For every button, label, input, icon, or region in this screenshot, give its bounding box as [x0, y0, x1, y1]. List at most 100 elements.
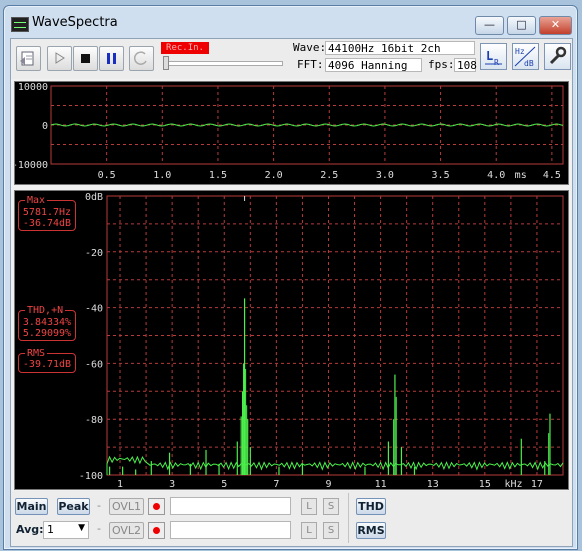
close-button[interactable]: ✕	[539, 16, 572, 35]
lr-channel-icon: LR	[485, 49, 502, 67]
avg-select[interactable]: 1 ▼	[43, 521, 89, 539]
wave-y-tick-label: 10000	[18, 82, 48, 93]
ovl1-load-button[interactable]: L	[301, 498, 317, 515]
play-icon	[55, 52, 65, 64]
ovl1-record-button[interactable]	[148, 498, 165, 515]
waveform-panel: 0.5 1.0 1.5 2.0 2.5 3.0 3.5 4.0 4.5 10000 0 -10000 m…	[12, 81, 569, 185]
position-slider[interactable]	[163, 61, 283, 66]
noise-floor-trace	[106, 455, 564, 475]
ovl1-button[interactable]: OVL1	[109, 498, 144, 515]
wave-x-tick-label: 2.5	[320, 170, 338, 181]
separator-dash-2: -	[97, 522, 101, 535]
spectrum-y-tick-label: -20	[85, 248, 103, 259]
app-icon	[11, 17, 29, 32]
thd-readout-title: THD,+N	[25, 305, 66, 316]
spectrum-x-tick-label: 17	[531, 479, 543, 489]
minimize-button[interactable]: —	[475, 16, 504, 35]
open-file-icon	[20, 51, 34, 66]
main-button[interactable]: Main	[15, 498, 48, 515]
wave-y-tick-label: -10000	[15, 160, 48, 171]
stop-icon	[81, 54, 90, 63]
spectrum-x-tick-label: 11	[375, 479, 387, 489]
divider	[348, 493, 349, 543]
spectrum-x-tick-label: 15	[479, 479, 491, 489]
rec-in-indicator: Rec.In.	[161, 42, 209, 54]
ovl1-save-button[interactable]: S	[323, 498, 339, 515]
spectrum-y-tick-label: 0dB	[85, 192, 103, 203]
thd-button[interactable]: THD	[356, 498, 386, 515]
rms-readout: RMS -39.71dB	[18, 348, 76, 373]
ovl2-save-button[interactable]: S	[323, 522, 339, 539]
ovl1-load-label: L	[306, 501, 312, 512]
open-file-button[interactable]	[16, 46, 41, 71]
wave-x-tick-label: 1.5	[209, 170, 227, 181]
spectrum-x-tick-label: 5	[221, 479, 227, 489]
play-button[interactable]	[47, 46, 72, 71]
peak-button-label: Peak	[58, 500, 89, 513]
pause-button[interactable]	[99, 46, 124, 71]
wave-x-tick-label: 2.0	[265, 170, 283, 181]
wave-x-tick-label: 3.0	[376, 170, 394, 181]
thdn-value: 5.29099%	[22, 328, 72, 339]
title-bar[interactable]: WaveSpectra — □ ✕	[4, 6, 577, 38]
hz-db-icon: Hz dB	[514, 46, 536, 68]
app-window: WaveSpectra — □ ✕ Rec.In. Wave: 44100Hz …	[3, 5, 578, 550]
slider-thumb[interactable]	[163, 56, 169, 70]
rms-button[interactable]: RMS	[356, 522, 386, 539]
separator-dash: -	[97, 499, 101, 512]
wave-x-tick-label: 3.5	[432, 170, 450, 181]
max-level: -36.74dB	[22, 218, 72, 229]
ovl2-load-label: L	[306, 525, 312, 536]
avg-value: 1	[47, 523, 54, 536]
spectrum-x-unit-label: kHz	[504, 479, 522, 489]
ovl1-save-label: S	[327, 501, 335, 512]
waveform-chart: 0.5 1.0 1.5 2.0 2.5 3.0 3.5 4.0 4.5 10000 0 -10000 m…	[12, 82, 564, 181]
stop-button[interactable]	[73, 46, 98, 71]
ovl2-name-field[interactable]	[170, 521, 291, 539]
spectrum-x-tick-label: 9	[325, 479, 331, 489]
ovl2-save-label: S	[327, 525, 335, 536]
hz-db-scale-button[interactable]: Hz dB	[512, 43, 539, 70]
toolbar: Rec.In. Wave: 44100Hz 16bit 2ch FFT: 409…	[11, 39, 572, 79]
maximize-button[interactable]: □	[507, 16, 536, 35]
spectrum-panel: 0dB -20 -40 -60 -80 -100 1 3 5 7 9 11 13 15 17 kHz Max …	[14, 190, 569, 490]
client-area: Rec.In. Wave: 44100Hz 16bit 2ch FFT: 409…	[10, 38, 573, 547]
ovl2-button[interactable]: OVL2	[109, 522, 144, 539]
settings-button[interactable]	[544, 43, 571, 70]
rms-value: -39.71dB	[22, 359, 72, 370]
ovl1-name-field[interactable]	[170, 497, 291, 515]
spectrum-x-tick-label: 3	[169, 479, 175, 489]
fft-setting-field[interactable]: 4096 Hanning	[325, 58, 422, 72]
ovl2-record-button[interactable]	[148, 522, 165, 539]
ovl2-load-button[interactable]: L	[301, 522, 317, 539]
svg-text:Hz: Hz	[515, 47, 525, 56]
spectrum-x-tick-label: 13	[427, 479, 439, 489]
max-readout: Max 5781.7Hz -36.74dB	[18, 195, 76, 231]
avg-label: Avg:	[16, 523, 44, 536]
thd-button-label: THD	[358, 500, 384, 513]
wave-x-tick-label: 0.5	[98, 170, 116, 181]
spectrum-x-tick-label: 7	[273, 479, 279, 489]
waveform-trace	[50, 123, 564, 127]
wave-format-field: 44100Hz 16bit 2ch	[325, 41, 475, 55]
peak-button[interactable]: Peak	[57, 498, 90, 515]
ovl1-label: OVL1	[111, 500, 142, 513]
wave-label: Wave:	[293, 41, 327, 54]
spectrum-y-tick-label: -100	[79, 471, 103, 482]
loop-icon	[133, 51, 147, 65]
spectrum-y-tick-label: -60	[85, 359, 103, 370]
fps-label: fps:	[428, 58, 455, 71]
wave-x-tick-label: 1.0	[153, 170, 171, 181]
window-title: WaveSpectra	[32, 15, 118, 30]
ovl2-label: OVL2	[111, 524, 142, 537]
bottom-controls: Main Peak - OVL1 L S Avg: 1 ▼ - OVL2 L S…	[11, 491, 572, 546]
spectrum-x-tick-label: 1	[117, 479, 123, 489]
fft-label: FFT:	[297, 58, 324, 71]
fps-field: 108	[454, 58, 477, 72]
loop-button[interactable]	[129, 46, 154, 71]
rms-readout-title: RMS	[25, 348, 48, 359]
wave-x-tick-label: 4.0	[487, 170, 505, 181]
channel-lr-button[interactable]: LR	[480, 43, 507, 70]
wrench-icon	[549, 46, 567, 65]
rms-button-label: RMS	[357, 524, 385, 537]
